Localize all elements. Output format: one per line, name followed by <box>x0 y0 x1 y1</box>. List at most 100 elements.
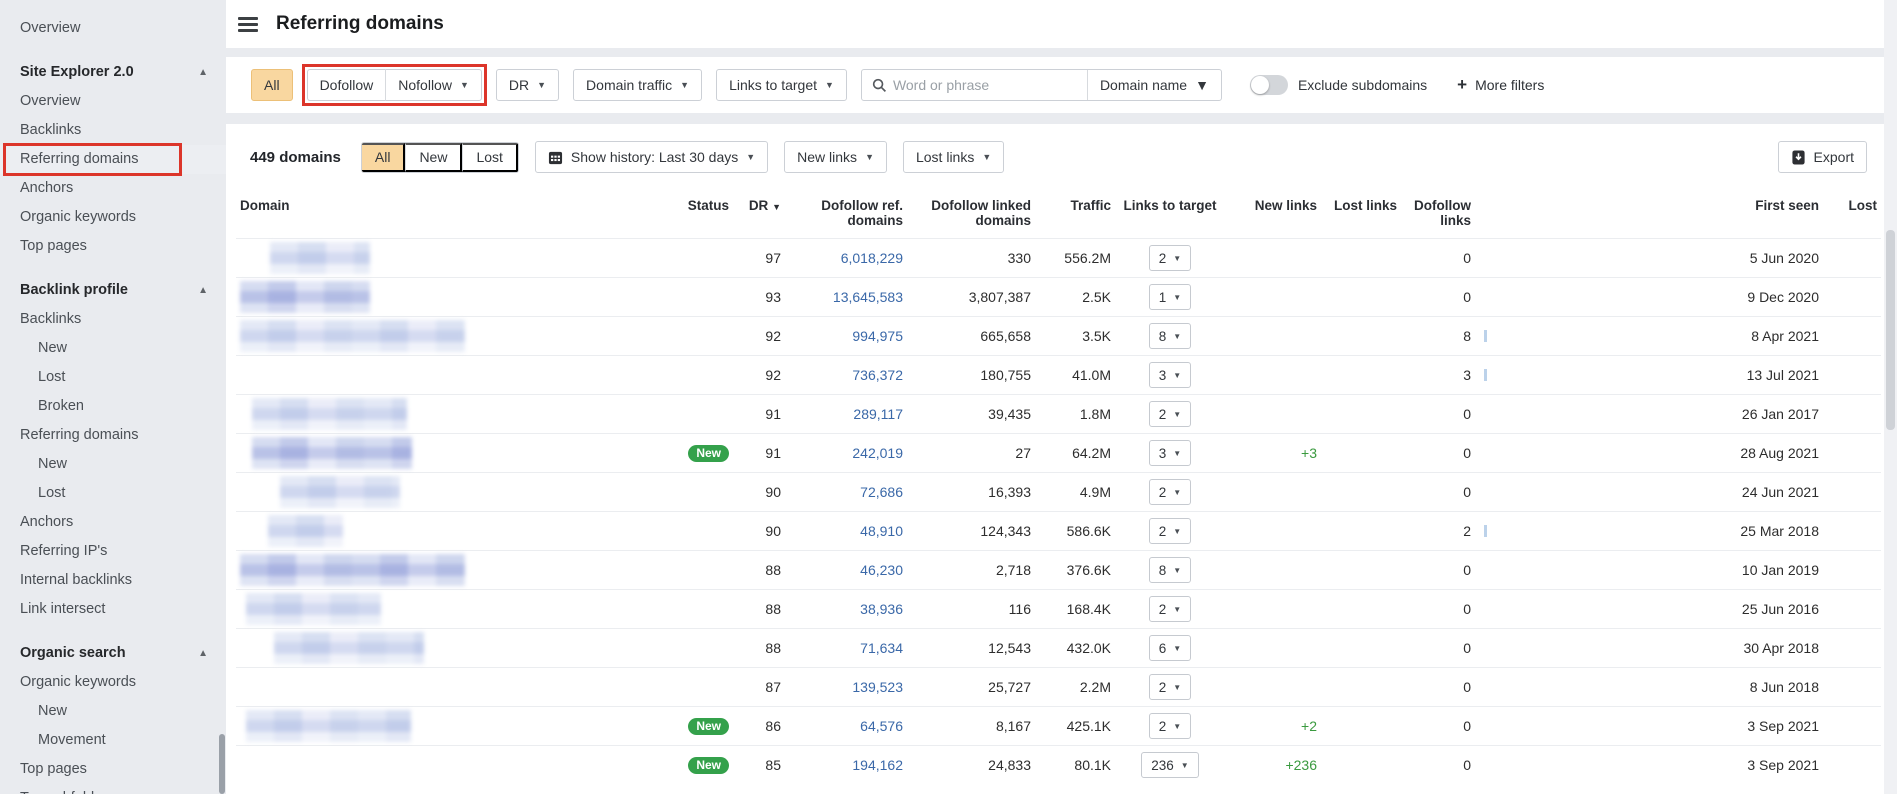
col-header-lost[interactable]: Lost <box>1819 198 1877 213</box>
col-header-links-to-target[interactable]: Links to target <box>1111 198 1229 213</box>
domain-cell[interactable] <box>240 434 659 472</box>
new-links-dropdown[interactable]: New links ▼ <box>784 141 887 173</box>
links-to-target-select[interactable]: 2▼ <box>1149 401 1191 427</box>
sidebar-item-lost[interactable]: Lost <box>0 363 226 392</box>
sidebar-item-referring-domains[interactable]: Referring domains <box>0 421 226 450</box>
dofollow-ref-domains-link[interactable]: 64,576 <box>860 718 903 734</box>
filter-dofollow-button[interactable]: Dofollow <box>307 69 386 101</box>
col-header-lost-links[interactable]: Lost links <box>1317 198 1397 213</box>
filter-nofollow-button[interactable]: Nofollow ▼ <box>385 69 482 101</box>
exclude-subdomains-toggle[interactable] <box>1250 75 1288 95</box>
sidebar-item-referring-ip-s[interactable]: Referring IP's <box>0 537 226 566</box>
search-mode-select[interactable]: Domain name ▼ <box>1087 70 1221 100</box>
sidebar-scrollbar-thumb[interactable] <box>219 734 225 794</box>
sidebar-item-new[interactable]: New <box>0 334 226 363</box>
links-to-target-select[interactable]: 2▼ <box>1149 518 1191 544</box>
sidebar-section-site-explorer-2-0[interactable]: Site Explorer 2.0▲ <box>0 58 226 87</box>
links-to-target-select[interactable]: 2▼ <box>1149 596 1191 622</box>
col-header-traffic[interactable]: Traffic <box>1031 198 1111 213</box>
sidebar-item-backlinks[interactable]: Backlinks <box>0 116 226 145</box>
links-to-target-select[interactable]: 236▼ <box>1141 752 1198 778</box>
dofollow-ref-domains-link[interactable]: 38,936 <box>860 601 903 617</box>
sidebar-scrollbar[interactable] <box>218 0 226 794</box>
domain-cell[interactable] <box>240 473 659 511</box>
dofollow-ref-domains-link[interactable]: 72,686 <box>860 484 903 500</box>
links-to-target-select[interactable]: 6▼ <box>1149 635 1191 661</box>
dofollow-ref-domains-link[interactable]: 48,910 <box>860 523 903 539</box>
col-header-dofollow-links[interactable]: Dofollow links <box>1397 198 1489 228</box>
col-header-first-seen[interactable]: First seen <box>1489 198 1819 213</box>
domain-cell[interactable] <box>240 551 659 589</box>
filter-all-button[interactable]: All <box>251 69 293 101</box>
domain-cell[interactable] <box>240 668 659 706</box>
sidebar-item-anchors[interactable]: Anchors <box>0 508 226 537</box>
domain-cell[interactable] <box>240 746 659 784</box>
col-header-dofollow-linked-domains[interactable]: Dofollow linked domains <box>903 198 1031 228</box>
page-scrollbar-thumb[interactable] <box>1886 230 1895 430</box>
links-to-target-select[interactable]: 8▼ <box>1149 557 1191 583</box>
export-button[interactable]: Export <box>1778 141 1867 173</box>
filter-dr-button[interactable]: DR ▼ <box>496 69 559 101</box>
col-header-new-links[interactable]: New links <box>1229 198 1317 213</box>
links-to-target-select[interactable]: 3▼ <box>1149 440 1191 466</box>
show-history-button[interactable]: Show history: Last 30 days ▼ <box>535 141 768 173</box>
dofollow-ref-domains-link[interactable]: 736,372 <box>852 367 903 383</box>
dofollow-ref-domains-link[interactable]: 71,634 <box>860 640 903 656</box>
sidebar-section-backlink-profile[interactable]: Backlink profile▲ <box>0 276 226 305</box>
dofollow-ref-domains-link[interactable]: 242,019 <box>852 445 903 461</box>
col-header-dr[interactable]: DR ▼ <box>729 198 781 213</box>
dofollow-ref-domains-link[interactable]: 6,018,229 <box>841 250 903 266</box>
sidebar-section-organic-search[interactable]: Organic search▲ <box>0 639 226 668</box>
dofollow-ref-domains-link[interactable]: 13,645,583 <box>833 289 903 305</box>
sidebar-item-top-pages[interactable]: Top pages <box>0 232 226 261</box>
filter-links-to-target-button[interactable]: Links to target ▼ <box>716 69 847 101</box>
links-to-target-select[interactable]: 1▼ <box>1149 284 1191 310</box>
sidebar-item-top-subfolders[interactable]: Top subfolders <box>0 784 226 794</box>
sidebar-item-link-intersect[interactable]: Link intersect <box>0 595 226 624</box>
dofollow-ref-domains-link[interactable]: 994,975 <box>852 328 903 344</box>
col-header-status[interactable]: Status <box>659 198 729 213</box>
dofollow-ref-domains-link[interactable]: 46,230 <box>860 562 903 578</box>
sidebar-item-new[interactable]: New <box>0 450 226 479</box>
domain-cell[interactable] <box>240 395 659 433</box>
links-to-target-select[interactable]: 3▼ <box>1149 362 1191 388</box>
col-header-domain[interactable]: Domain <box>240 198 659 213</box>
more-filters-button[interactable]: + More filters <box>1457 75 1544 95</box>
dofollow-ref-domains-link[interactable]: 139,523 <box>852 679 903 695</box>
lost-links-dropdown[interactable]: Lost links ▼ <box>903 141 1004 173</box>
sidebar-item-organic-keywords[interactable]: Organic keywords <box>0 668 226 697</box>
sidebar-item-lost[interactable]: Lost <box>0 479 226 508</box>
sidebar-item-backlinks[interactable]: Backlinks <box>0 305 226 334</box>
domain-cell[interactable] <box>240 239 659 277</box>
sidebar-item-referring-domains[interactable]: Referring domains <box>0 145 226 174</box>
links-to-target-select[interactable]: 2▼ <box>1149 713 1191 739</box>
dofollow-ref-domains-link[interactable]: 289,117 <box>853 406 903 422</box>
domain-cell[interactable] <box>240 590 659 628</box>
domain-cell[interactable] <box>240 512 659 550</box>
domain-cell[interactable] <box>240 317 659 355</box>
sidebar-item-internal-backlinks[interactable]: Internal backlinks <box>0 566 226 595</box>
links-to-target-select[interactable]: 2▼ <box>1149 479 1191 505</box>
sidebar-item-anchors[interactable]: Anchors <box>0 174 226 203</box>
domain-cell[interactable] <box>240 629 659 667</box>
hamburger-menu-icon[interactable] <box>238 17 258 32</box>
sidebar-item-overview[interactable]: Overview <box>0 87 226 116</box>
links-to-target-select[interactable]: 8▼ <box>1149 323 1191 349</box>
sidebar-item-overview[interactable]: Overview <box>0 14 226 43</box>
domain-cell[interactable] <box>240 707 659 745</box>
filter-domain-traffic-button[interactable]: Domain traffic ▼ <box>573 69 702 101</box>
sidebar-item-broken[interactable]: Broken <box>0 392 226 421</box>
seg-all-button[interactable]: All <box>362 143 406 172</box>
links-to-target-select[interactable]: 2▼ <box>1149 245 1191 271</box>
domain-cell[interactable] <box>240 356 659 394</box>
sidebar-item-organic-keywords[interactable]: Organic keywords <box>0 203 226 232</box>
sidebar-item-top-pages[interactable]: Top pages <box>0 755 226 784</box>
domain-cell[interactable] <box>240 278 659 316</box>
dofollow-ref-domains-link[interactable]: 194,162 <box>852 757 903 773</box>
sidebar-item-new[interactable]: New <box>0 697 226 726</box>
col-header-dofollow-ref-domains[interactable]: Dofollow ref. domains <box>781 198 903 228</box>
seg-new-button[interactable]: New <box>405 143 462 172</box>
seg-lost-button[interactable]: Lost <box>462 143 517 172</box>
search-input[interactable] <box>887 77 1087 93</box>
links-to-target-select[interactable]: 2▼ <box>1149 674 1191 700</box>
